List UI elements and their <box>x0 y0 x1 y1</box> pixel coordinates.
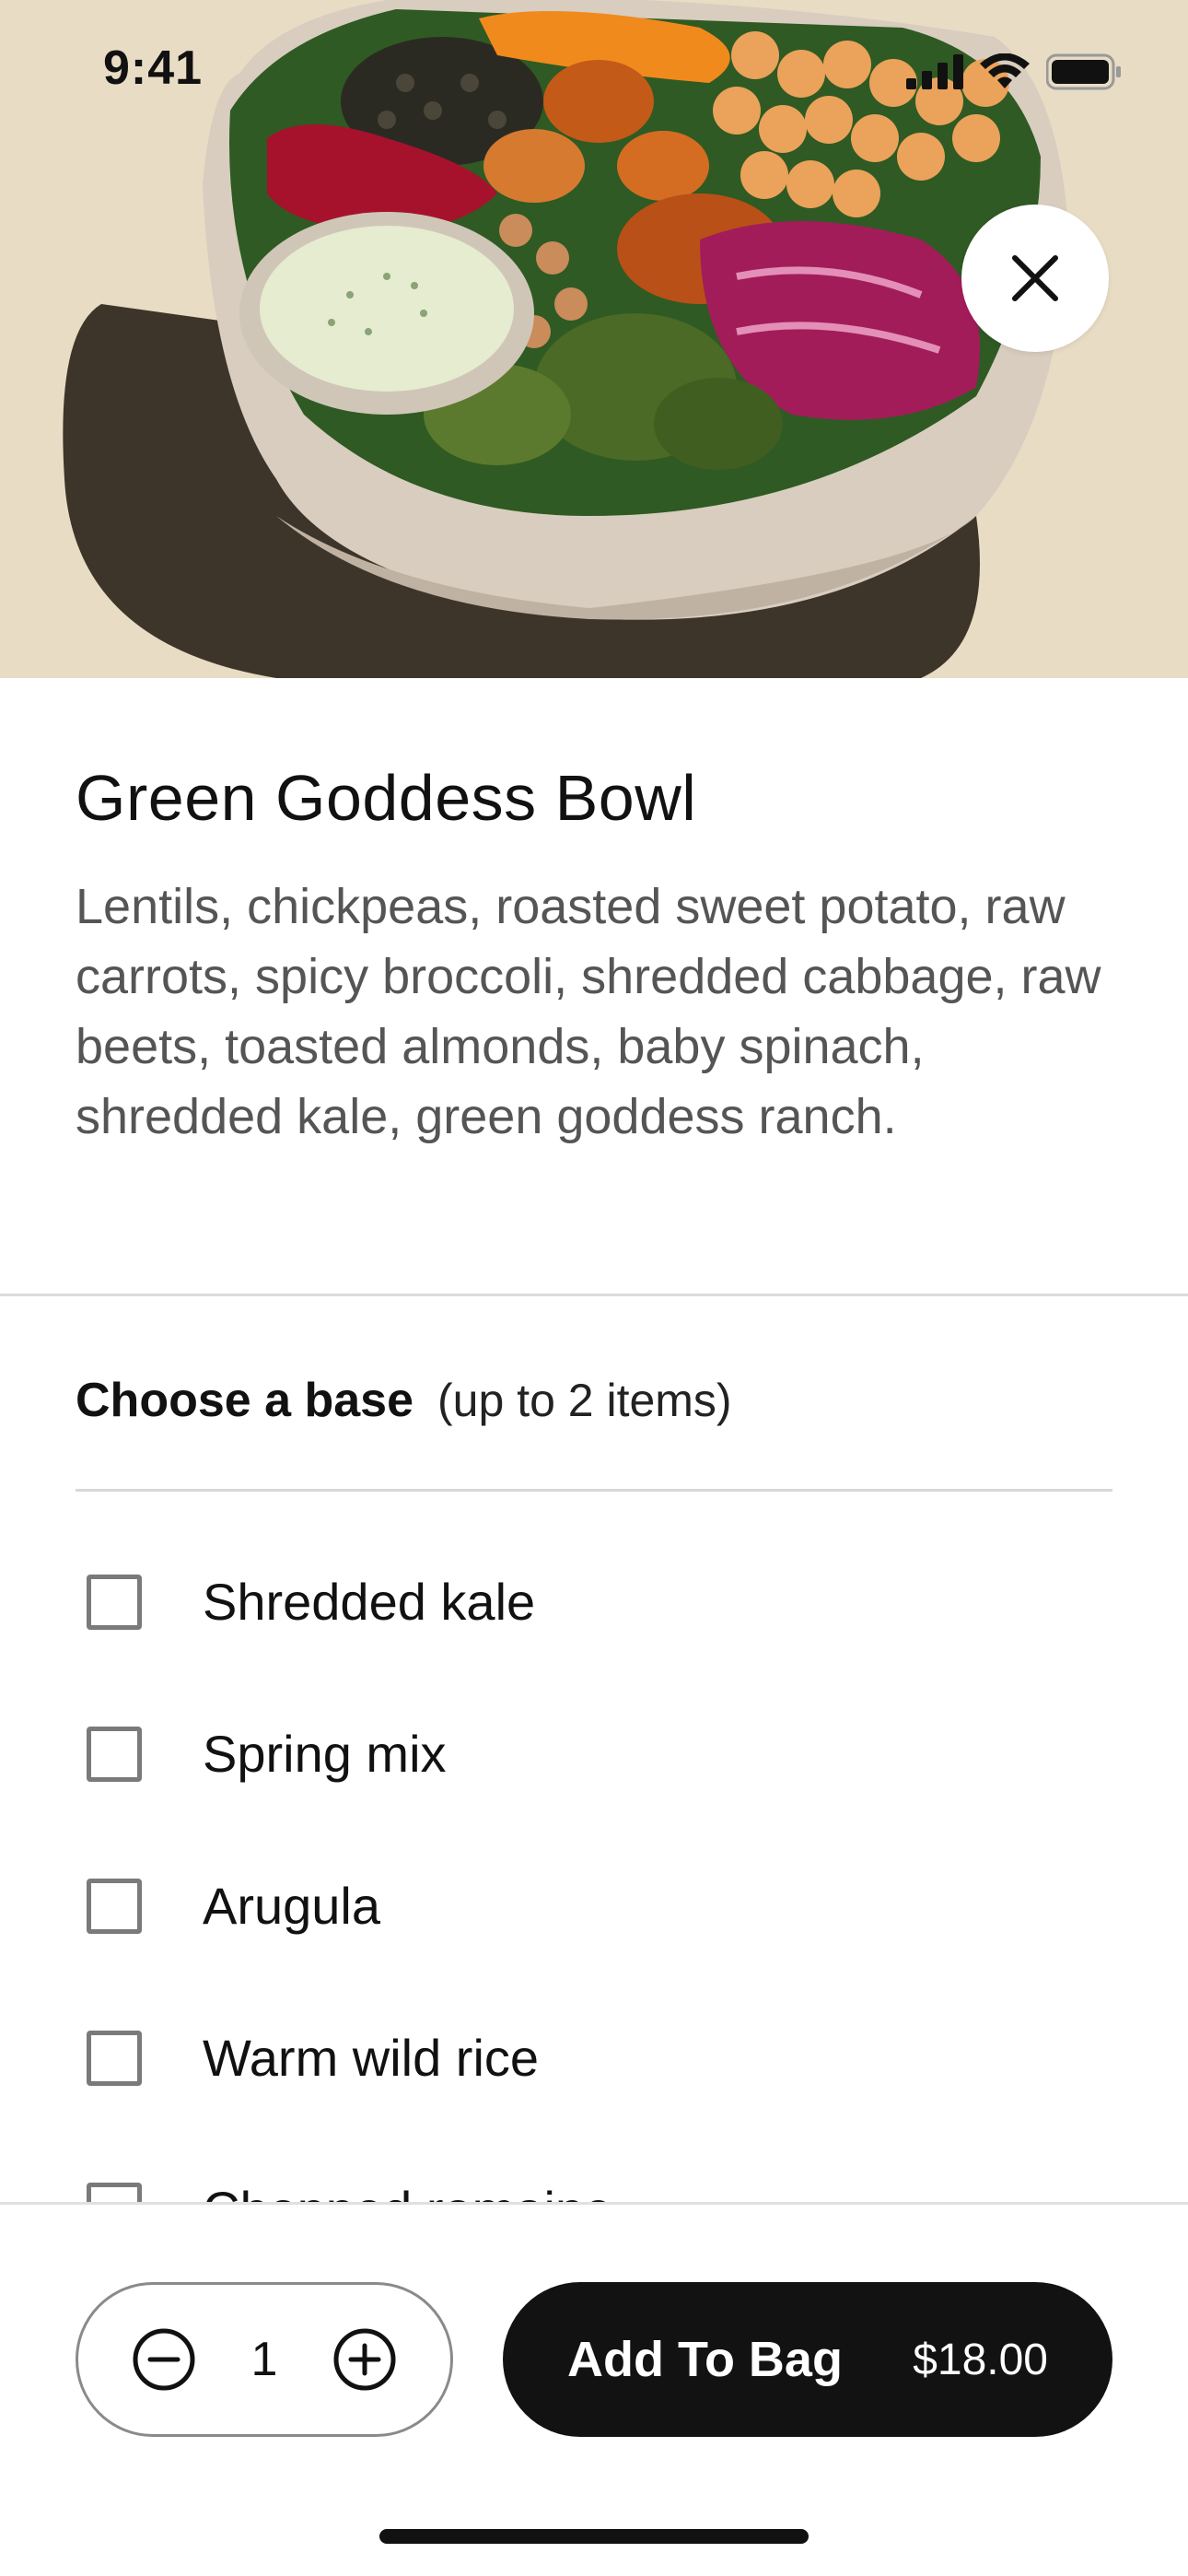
checkbox[interactable] <box>87 2030 142 2086</box>
close-icon <box>1012 255 1058 301</box>
section-divider <box>0 1294 1188 1296</box>
signal-icon <box>906 54 963 89</box>
product-title: Green Goddess Bowl <box>76 762 697 834</box>
plus-circle-icon[interactable] <box>332 2327 397 2392</box>
status-bar: 9:41 <box>0 0 1188 138</box>
close-button[interactable] <box>961 205 1109 352</box>
checkbox[interactable] <box>87 1726 142 1782</box>
product-description: Lentils, chickpeas, roasted sweet potato… <box>76 879 1101 1144</box>
option-label: Arugula <box>203 1877 381 1935</box>
option-label: Spring mix <box>203 1725 447 1783</box>
status-icons <box>906 53 1122 90</box>
option-spring-mix[interactable]: Spring mix <box>76 1678 1112 1830</box>
add-to-bag-label: Add To Bag <box>567 2332 843 2387</box>
add-to-bag-button[interactable]: Add To Bag $18.00 <box>503 2282 1112 2437</box>
minus-circle-icon[interactable] <box>132 2327 196 2392</box>
footer-bar: 1 Add To Bag $18.00 <box>0 2202 1188 2576</box>
product-info: Green Goddess Bowl Lentils, chickpeas, r… <box>0 678 1188 1295</box>
checkbox[interactable] <box>87 1878 142 1934</box>
battery-icon <box>1046 53 1121 90</box>
price-label: $18.00 <box>913 2335 1048 2384</box>
quantity-stepper: 1 <box>76 2282 453 2437</box>
option-warm-wild-rice[interactable]: Warm wild rice <box>76 1982 1112 2134</box>
options-limit: (up to 2 items) <box>437 1375 732 1426</box>
option-arugula[interactable]: Arugula <box>76 1830 1112 1982</box>
options-title: Choose a base <box>76 1374 414 1427</box>
home-indicator[interactable] <box>379 2529 809 2544</box>
base-options-section: Choose a base (up to 2 items) Shredded k… <box>76 1373 1112 2239</box>
options-header: Choose a base (up to 2 items) <box>76 1373 1112 1465</box>
status-time: 9:41 <box>103 41 204 95</box>
option-label: Warm wild rice <box>203 2029 540 2087</box>
checkbox[interactable] <box>87 1574 142 1630</box>
options-divider <box>76 1489 1112 1492</box>
option-label: Shredded kale <box>203 1573 536 1631</box>
wifi-icon <box>980 53 1030 88</box>
quantity-value: 1 <box>250 2333 278 2386</box>
option-shredded-kale[interactable]: Shredded kale <box>76 1526 1112 1678</box>
option-list: Shredded kale Spring mix Arugula Warm wi… <box>76 1526 1112 2286</box>
